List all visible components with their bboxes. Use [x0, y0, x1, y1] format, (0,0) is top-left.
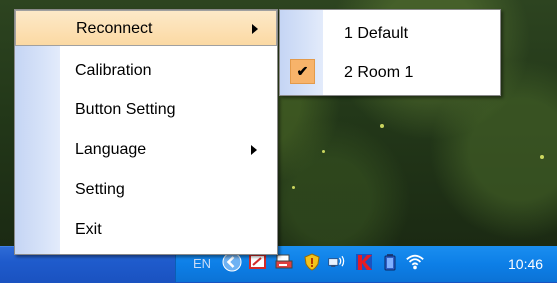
- reconnect-submenu: 1 Default ✔ 2 Room 1: [279, 9, 501, 96]
- wallpaper-speck: [322, 150, 325, 153]
- wallpaper-speck: [540, 155, 544, 159]
- submenu-item-label: 2 Room 1: [344, 64, 414, 81]
- submenu-arrow-icon: [252, 24, 258, 34]
- menu-item-label: Setting: [75, 181, 125, 198]
- wifi-icon[interactable]: [405, 252, 425, 272]
- submenu-arrow-icon: [251, 145, 257, 155]
- menu-item-label: Calibration: [75, 62, 152, 79]
- k-app-icon[interactable]: [354, 252, 374, 272]
- menu-item-button-setting[interactable]: Button Setting: [15, 92, 277, 128]
- menu-item-label: Exit: [75, 221, 102, 238]
- menu-item-setting[interactable]: Setting: [15, 172, 277, 208]
- menu-item-calibration[interactable]: Calibration: [15, 53, 277, 89]
- menu-item-label: Reconnect: [76, 20, 153, 37]
- menu-item-label: Button Setting: [75, 101, 176, 118]
- shield-icon[interactable]: [302, 252, 322, 272]
- network-icon[interactable]: [327, 252, 347, 272]
- checkmark-icon: ✔: [290, 59, 315, 84]
- submenu-item-label: 1 Default: [344, 25, 409, 42]
- context-menu: Reconnect Calibration Button Setting Lan…: [14, 9, 278, 255]
- wallpaper-speck: [380, 124, 384, 128]
- menu-item-label: Language: [75, 141, 147, 158]
- chevron-left-icon[interactable]: [222, 252, 242, 272]
- clock[interactable]: 10:46: [508, 256, 543, 272]
- menu-item-language[interactable]: Language: [15, 132, 277, 168]
- wallpaper-speck: [292, 186, 295, 189]
- submenu-item-room-1[interactable]: ✔ 2 Room 1: [280, 54, 500, 91]
- menu-item-reconnect[interactable]: Reconnect: [15, 10, 277, 46]
- submenu-item-default[interactable]: 1 Default: [280, 15, 500, 52]
- battery-icon[interactable]: [380, 252, 400, 272]
- printer-icon[interactable]: [274, 252, 294, 272]
- language-indicator[interactable]: EN: [193, 256, 211, 271]
- menu-item-exit[interactable]: Exit: [15, 212, 277, 248]
- tablet-icon[interactable]: [248, 252, 268, 272]
